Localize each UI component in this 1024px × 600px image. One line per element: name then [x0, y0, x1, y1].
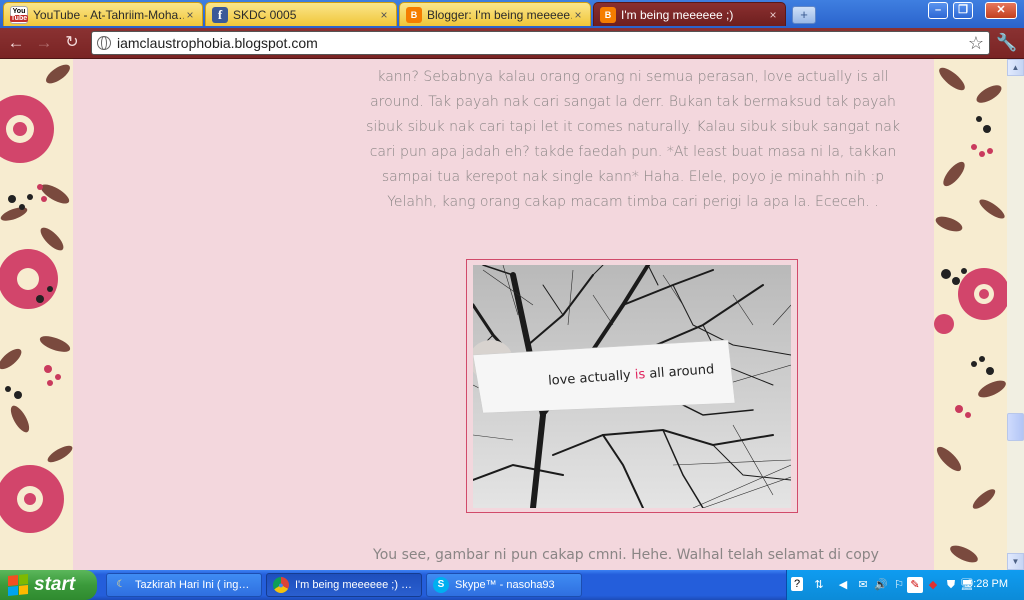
tab-blogger-dashboard[interactable]: B Blogger: I'm being meeeee… ×	[399, 2, 591, 26]
system-tray: ? ⇅ ◀ ✉ 🔊 ⚐ ✎ ◆ ⛊ 🖥 9:28 PM	[786, 570, 1024, 600]
page-scrollbar[interactable]: ▲ ▼	[1007, 59, 1024, 570]
forward-button[interactable]: →	[34, 33, 54, 53]
taskbar-item-tazkirah[interactable]: ☾ Tazkirah Hari Ini ( ing…	[106, 573, 262, 597]
youtube-icon: You Tube	[9, 5, 29, 24]
tab-strip: You Tube YouTube - At-Tahriim-Moha… × f …	[0, 0, 1024, 28]
network-arrows-icon[interactable]: ⇅	[811, 577, 827, 593]
url-text[interactable]: iamclaustrophobia.blogspot.com	[117, 35, 318, 51]
close-tab-icon[interactable]: ×	[378, 8, 390, 22]
close-window-button[interactable]: ✕	[985, 2, 1017, 19]
taskbar-item-chrome[interactable]: ● I'm being meeeeee ;) …	[266, 573, 422, 597]
wrench-menu-icon[interactable]: 🔧	[996, 33, 1017, 53]
security-shield-icon[interactable]: ⛊	[943, 577, 959, 593]
tab-label: SKDC 0005	[233, 7, 297, 22]
collapse-tray-icon[interactable]: ◀	[835, 577, 851, 593]
tab-youtube[interactable]: You Tube YouTube - At-Tahriim-Moha… ×	[3, 2, 203, 26]
mail-icon[interactable]: ✉	[855, 577, 871, 593]
windows-flag-icon	[8, 573, 28, 597]
taskbar-item-skype[interactable]: S Skype™ - nasoha93	[426, 573, 582, 597]
new-tab-button[interactable]: +	[792, 6, 816, 24]
back-button[interactable]: ←	[6, 33, 26, 53]
tab-blog-active[interactable]: B I'm being meeeeee ;) ×	[593, 2, 786, 26]
skype-icon: S	[433, 577, 449, 593]
post-image: love actually is all around	[473, 265, 791, 508]
clock[interactable]: 9:28 PM	[967, 578, 1008, 590]
next-paragraph: You see, gambar ni pun cakap cmni. Hehe.…	[373, 547, 879, 563]
taskbar: start ☾ Tazkirah Hari Ini ( ing… ● I'm b…	[0, 570, 1024, 600]
volume-icon[interactable]: 🔊	[873, 577, 889, 593]
antivirus-icon[interactable]: ◆	[925, 577, 941, 593]
floral-wallpaper-left	[0, 59, 73, 570]
crescent-icon: ☾	[116, 579, 126, 590]
chrome-icon: ●	[273, 577, 289, 593]
globe-icon	[97, 36, 111, 50]
flag-icon[interactable]: ⚐	[891, 577, 907, 593]
blogger-icon: B	[406, 6, 422, 23]
scroll-up-button[interactable]: ▲	[1007, 59, 1024, 76]
bookmark-star-icon[interactable]: ☆	[968, 33, 984, 54]
tab-label: YouTube - At-Tahriim-Moha…	[33, 7, 184, 22]
reload-button[interactable]: ↻	[62, 33, 82, 53]
scroll-thumb[interactable]	[1007, 413, 1024, 441]
task-label: Skype™ - nasoha93	[455, 579, 555, 591]
close-tab-icon[interactable]: ×	[572, 8, 584, 22]
help-icon[interactable]: ?	[791, 577, 803, 591]
task-label: Tazkirah Hari Ini ( ing…	[135, 579, 250, 591]
tab-label: I'm being meeeeee ;)	[621, 7, 734, 22]
close-tab-icon[interactable]: ×	[184, 8, 196, 22]
blogger-icon: B	[600, 6, 616, 23]
floral-wallpaper-right	[934, 59, 1007, 570]
maximize-button[interactable]: ❐	[953, 2, 973, 19]
minimize-button[interactable]: –	[928, 2, 948, 19]
task-label: I'm being meeeeee ;) …	[295, 579, 413, 591]
address-bar[interactable]: iamclaustrophobia.blogspot.com ☆	[91, 31, 990, 55]
pdf-icon[interactable]: ✎	[907, 577, 923, 593]
close-tab-icon[interactable]: ×	[767, 8, 779, 22]
blog-content: kann? Sebabnya kalau orang orang ni semu…	[73, 59, 934, 570]
facebook-icon: f	[212, 6, 228, 23]
start-button[interactable]: start	[0, 570, 97, 600]
tab-skdc[interactable]: f SKDC 0005 ×	[205, 2, 397, 26]
browser-toolbar: ← → ↻ iamclaustrophobia.blogspot.com ☆ 🔧	[0, 28, 1024, 59]
scroll-down-button[interactable]: ▼	[1007, 553, 1024, 570]
web-page: kann? Sebabnya kalau orang orang ni semu…	[0, 59, 1007, 570]
post-image-frame: love actually is all around	[466, 259, 798, 513]
start-label: start	[34, 574, 76, 595]
post-paragraph: kann? Sebabnya kalau orang orang ni semu…	[366, 69, 900, 210]
tab-label: Blogger: I'm being meeeee…	[427, 7, 572, 22]
